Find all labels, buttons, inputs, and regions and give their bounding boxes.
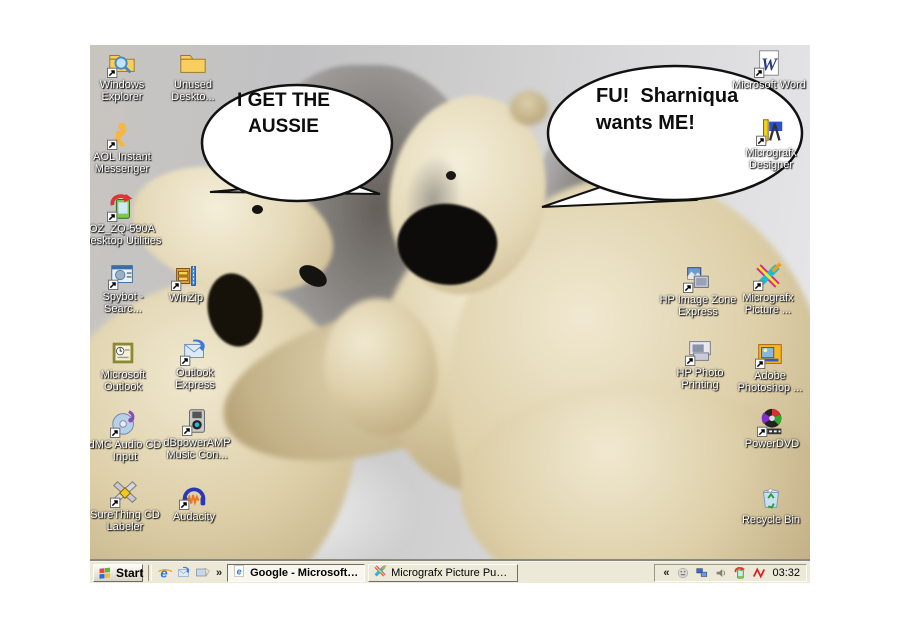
- system-tray: « 03:32: [654, 564, 807, 582]
- desktop-icon-label: Recycle Bin: [729, 514, 810, 526]
- dmc-audio-cd-input-icon: [110, 408, 140, 438]
- iePage-icon: e: [232, 564, 246, 581]
- windows-flag-icon: [97, 565, 113, 581]
- desktop-icon-oz-desktop-utilities[interactable]: OZ_ZQ-590ADesktop Utilities: [90, 192, 164, 247]
- desktop-icon-label: PowerDVD: [730, 438, 810, 450]
- winzip-icon: [171, 261, 201, 291]
- surething-cd-labeler-icon: [110, 478, 140, 508]
- outlook-express-icon: [180, 336, 210, 366]
- tray-network-icon[interactable]: [694, 565, 709, 580]
- tray-icons: [675, 565, 766, 580]
- audacity-icon: [179, 480, 209, 510]
- start-button-label: Start: [116, 566, 143, 580]
- tray-network-monitor-icon[interactable]: [751, 565, 766, 580]
- powerdvd-icon: [757, 407, 787, 437]
- desktop-icon-label: OZ_ZQ-590ADesktop Utilities: [90, 223, 164, 247]
- desktop-wallpaper: I GET THE AUSSIE FU! Sharniqua wants ME!…: [90, 45, 810, 583]
- microsoft-outlook-icon: [108, 338, 138, 368]
- quick-launch-bar: e: [157, 565, 211, 581]
- desktop-icon-label: MicrografxDesigner: [729, 147, 810, 171]
- page-canvas: { "colors": { "taskbar_bg": "#ece9d8", "…: [0, 0, 900, 630]
- recycle-bin-icon: [756, 483, 786, 513]
- desktop-icon-label: Audacity: [152, 511, 236, 523]
- tray-volume-icon[interactable]: [713, 565, 728, 580]
- desktop-icon-label: MicrografxPicture ...: [726, 292, 810, 316]
- micrografx-designer-icon: [756, 116, 786, 146]
- unused-desktop-icon: [178, 48, 208, 78]
- tray-device-sync-icon[interactable]: [732, 565, 747, 580]
- tray-collapse-chevron[interactable]: «: [661, 567, 671, 579]
- oz-desktop-utilities-icon: [107, 192, 137, 222]
- aol-instant-messenger-icon: [107, 120, 137, 150]
- micrografx-picture-icon: [753, 261, 783, 291]
- svg-text:e: e: [160, 565, 167, 580]
- task-buttons: e Google - Microsoft Int... Micrografx Pic…: [227, 564, 518, 582]
- desktop-icon-aol-instant-messenger[interactable]: AOL InstantMessenger: [90, 120, 164, 175]
- spybot-icon: [108, 260, 138, 290]
- task-button-1[interactable]: e Google - Microsoft Int...: [227, 564, 365, 582]
- desktop-icon-winzip[interactable]: WinZip: [144, 261, 228, 304]
- quick-launch-outlook-express[interactable]: [176, 565, 192, 581]
- desktop-icon-microsoft-word[interactable]: WMicrosoft Word: [727, 48, 810, 91]
- hp-image-zone-express-icon: [683, 263, 713, 293]
- taskbar-clock[interactable]: 03:32: [772, 567, 800, 579]
- desktop-icon-label: OutlookExpress: [153, 367, 237, 391]
- hp-photo-printing-icon: [685, 336, 715, 366]
- desktop-icon-label: Microsoft Word: [727, 79, 810, 91]
- taskbar: Start e » e Google - Microsoft Int... Micr…: [90, 561, 810, 583]
- quick-launch-internet-explorer[interactable]: e: [157, 565, 173, 581]
- task-button-label: Google - Microsoft Int...: [250, 567, 360, 579]
- adobe-photoshop-icon: [755, 339, 785, 369]
- desktop-icon-adobe-photoshop[interactable]: AdobePhotoshop ...: [728, 339, 810, 394]
- desktop-icon-label: AOL InstantMessenger: [90, 151, 164, 175]
- desktop-icon-label: dBpowerAMPMusic Con...: [155, 437, 239, 461]
- desktop-icon-micrografx-designer[interactable]: MicrografxDesigner: [729, 116, 810, 171]
- task-button-label: Micrografx Picture Publis...: [391, 567, 513, 579]
- quick-launch-overflow-chevron[interactable]: »: [214, 567, 224, 579]
- filmX-icon: [373, 564, 387, 581]
- task-button-2[interactable]: Micrografx Picture Publis...: [368, 564, 518, 582]
- start-button[interactable]: Start: [93, 564, 143, 582]
- desktop-icon-label: AdobePhotoshop ...: [728, 370, 810, 394]
- desktop-icon-micrografx-picture[interactable]: MicrografxPicture ...: [726, 261, 810, 316]
- desktop-icons-layer: WindowsExplorerUnusedDeskto...AOL Instan…: [90, 45, 810, 583]
- desktop-icon-label: WinZip: [144, 292, 228, 304]
- desktop-icon-dbpoweramp[interactable]: dBpowerAMPMusic Con...: [155, 406, 239, 461]
- tray-messenger-status-icon[interactable]: [675, 565, 690, 580]
- desktop-icon-outlook-express[interactable]: OutlookExpress: [153, 336, 237, 391]
- desktop-icon-unused-desktop[interactable]: UnusedDeskto...: [151, 48, 235, 103]
- windows-explorer-icon: [107, 48, 137, 78]
- desktop-icon-recycle-bin[interactable]: Recycle Bin: [729, 483, 810, 526]
- desktop-icon-powerdvd[interactable]: PowerDVD: [730, 407, 810, 450]
- svg-text:e: e: [237, 567, 242, 577]
- quick-launch-show-desktop[interactable]: [195, 565, 211, 581]
- desktop-icon-audacity[interactable]: Audacity: [152, 480, 236, 523]
- dbpoweramp-icon: [182, 406, 212, 436]
- microsoft-word-icon: W: [754, 48, 784, 78]
- taskbar-divider: [148, 565, 152, 581]
- desktop-icon-label: UnusedDeskto...: [151, 79, 235, 103]
